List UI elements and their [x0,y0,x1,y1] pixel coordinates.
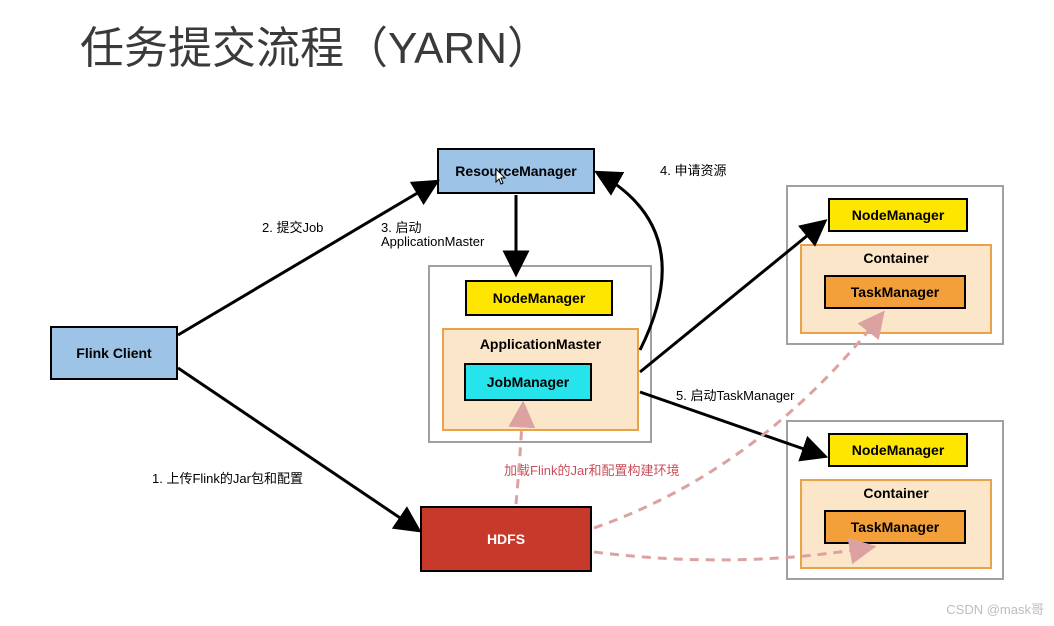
step1-label: 1. 上传Flink的Jar包和配置 [152,468,303,487]
flink-client-box: Flink Client [50,326,178,380]
load-label: 加载Flink的Jar和配置构建环境 [504,460,680,479]
step4-label: 4. 申请资源 [660,160,726,179]
node-manager-bot-box: NodeManager [828,433,968,467]
node-manager-top-box: NodeManager [828,198,968,232]
resource-manager-box: ResourceManager [437,148,595,194]
task-manager-top-box: TaskManager [824,275,966,309]
mouse-cursor-icon [495,168,509,191]
step3b-label: ApplicationMaster [381,234,484,249]
job-manager-box: JobManager [464,363,592,401]
task-manager-bot-box: TaskManager [824,510,966,544]
step5-label: 5. 启动TaskManager [676,385,795,404]
page-title: 任务提交流程（YARN） [80,12,551,76]
hdfs-box: HDFS [420,506,592,572]
watermark: CSDN @mask哥 [946,599,1044,618]
step2-label: 2. 提交Job [262,217,323,236]
node-manager-main-box: NodeManager [465,280,613,316]
